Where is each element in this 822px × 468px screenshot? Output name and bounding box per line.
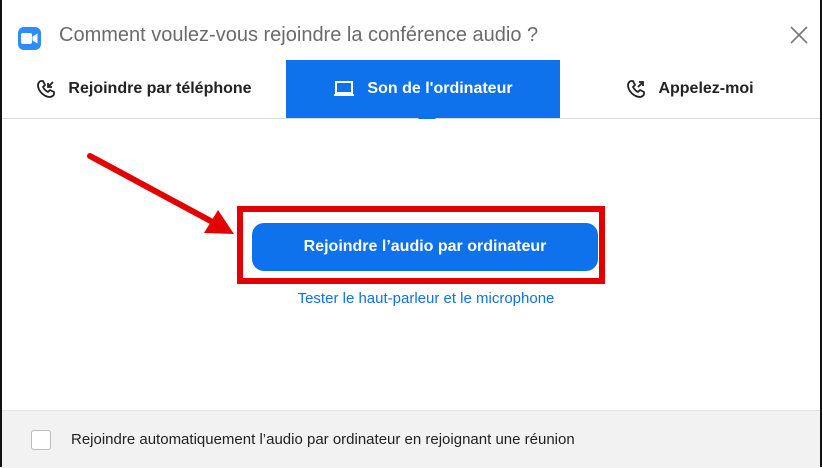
annotation-highlight-box: [237, 206, 605, 284]
test-speaker-microphone-link[interactable]: Tester le haut-parleur et le microphone: [2, 290, 820, 307]
auto-join-checkbox[interactable]: [31, 430, 51, 450]
footer-bar: Rejoindre automatiquement l’audio par or…: [2, 410, 820, 468]
annotation-arrow-icon: [87, 153, 234, 234]
auto-join-label: Rejoindre automatiquement l’audio par or…: [71, 431, 575, 448]
audio-join-dialog: Comment voulez-vous rejoindre la confére…: [0, 0, 822, 468]
